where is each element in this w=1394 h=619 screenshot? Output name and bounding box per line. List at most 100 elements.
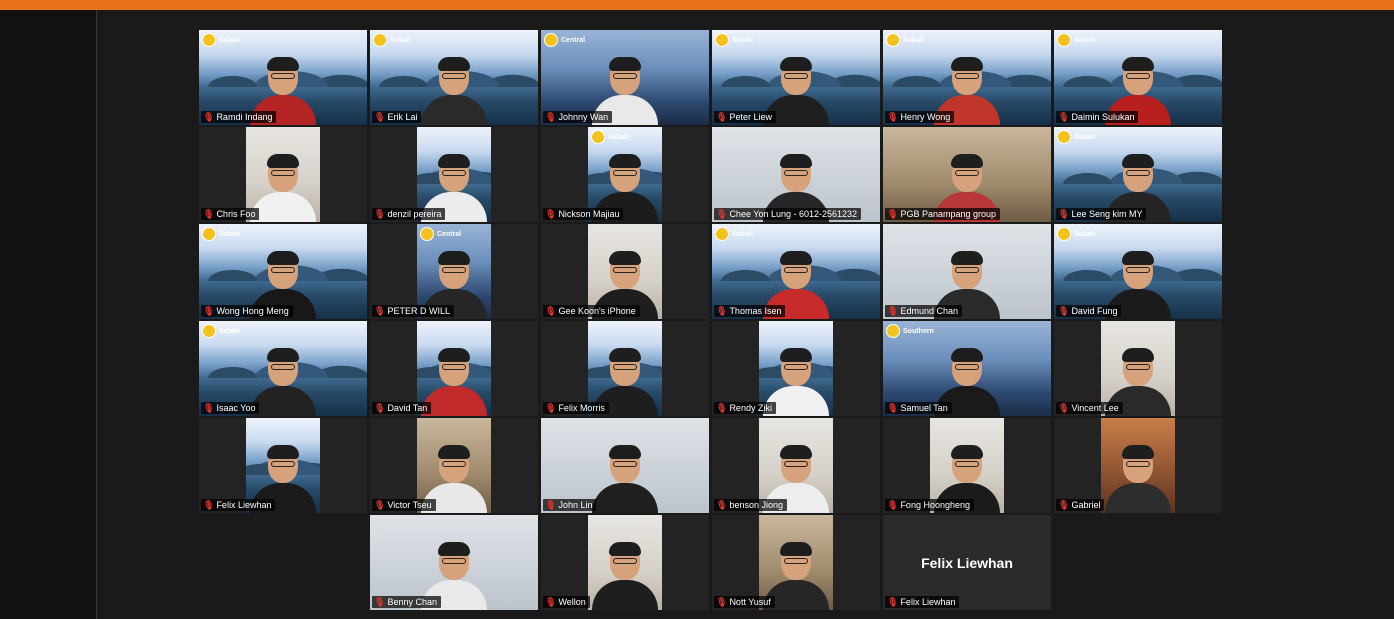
participant-name-label: 🎙 Nott Yusuf	[714, 596, 775, 608]
participant-tile[interactable]: Sabah 🎙 Lee Seng kim MY	[1054, 127, 1222, 222]
participant-name-label: 🎙 Edmund Chan	[885, 305, 962, 317]
participant-hair	[780, 57, 812, 71]
participant-tile[interactable]: Sabah 🎙 Daimin Sulukan	[1054, 30, 1222, 125]
participant-tile[interactable]: 🎙 Chee Yon Lung - 6012-2561232	[712, 127, 880, 222]
participant-tile[interactable]: 🎙 denzil pereira	[370, 127, 538, 222]
participant-tile[interactable]: 🎙 Gabriel	[1054, 418, 1222, 513]
participant-glasses	[784, 73, 808, 79]
participant-hair	[609, 57, 641, 71]
region-banner-label: Sabah	[390, 36, 412, 44]
participant-name: Nott Yusuf	[729, 597, 771, 607]
muted-mic-icon: 🎙	[716, 112, 728, 122]
participant-tile[interactable]: Sabah 🎙 Wong Hong Meng	[199, 224, 367, 319]
participant-tile[interactable]: Sabah 🎙 Nickson Majiau	[541, 127, 709, 222]
participant-name: Daimin Sulukan	[1071, 112, 1135, 122]
participant-hair	[609, 154, 641, 168]
participant-hair	[267, 154, 299, 168]
region-banner: Sabah	[591, 130, 629, 144]
participant-tile[interactable]: 🎙 Felix Morris	[541, 321, 709, 416]
participant-glasses	[784, 461, 808, 467]
participant-body	[1105, 483, 1171, 513]
participant-name-label: 🎙 Gabriel	[1056, 499, 1105, 511]
muted-mic-icon: 🎙	[374, 597, 386, 607]
participant-tile[interactable]: Sabah 🎙 David Fung	[1054, 224, 1222, 319]
participant-tile[interactable]: 🎙 Rendy Ziki	[712, 321, 880, 416]
muted-mic-icon: 🎙	[203, 209, 215, 219]
participant-name: Erik Lai	[387, 112, 418, 122]
region-banner-label: Central	[561, 36, 586, 44]
participant-name: Samuel Tan	[900, 403, 948, 413]
participant-glasses	[955, 364, 979, 370]
participant-name: Benny Chan	[387, 597, 437, 607]
participant-tile[interactable]: 🎙 Vincent Lee	[1054, 321, 1222, 416]
participant-name: Nickson Majiau	[558, 209, 620, 219]
region-banner: Sabah	[715, 33, 753, 47]
muted-mic-icon: 🎙	[545, 306, 557, 316]
region-logo-icon	[1057, 33, 1071, 47]
participant-name: Chris Foo	[216, 209, 256, 219]
participant-tile[interactable]: Sabah 🎙 Peter Liew	[712, 30, 880, 125]
muted-mic-icon: 🎙	[887, 500, 899, 510]
participant-name-label: 🎙 Daimin Sulukan	[1056, 111, 1139, 123]
participant-tile[interactable]: Sabah 🎙 Henry Wong	[883, 30, 1051, 125]
participant-tile[interactable]: 🎙 Edmund Chan	[883, 224, 1051, 319]
participant-name: Isaac Yoo	[216, 403, 256, 413]
region-banner-label: Sabah	[1074, 133, 1096, 141]
participant-name-label: 🎙 David Tan	[372, 402, 432, 414]
participant-glasses	[613, 267, 637, 273]
participant-hair	[438, 542, 470, 556]
participant-glasses	[784, 267, 808, 273]
region-logo-icon	[202, 324, 216, 338]
participant-glasses	[613, 364, 637, 370]
participant-tile[interactable]: Sabah 🎙 Ramdi Indang	[199, 30, 367, 125]
participant-name-label: 🎙 Chris Foo	[201, 208, 260, 220]
participant-name: Chee Yon Lung - 6012-2561232	[729, 209, 858, 219]
participant-tile[interactable]: 🎙 Wellon	[541, 515, 709, 610]
participant-name-label: 🎙 Lee Seng kim MY	[1056, 208, 1147, 220]
region-logo-icon	[202, 33, 216, 47]
participant-tile[interactable]: Southern 🎙 Samuel Tan	[883, 321, 1051, 416]
participant-video-frame	[1101, 418, 1175, 513]
participant-glasses	[271, 461, 295, 467]
participant-hair	[267, 251, 299, 265]
region-logo-icon	[1057, 227, 1071, 241]
participant-tile[interactable]: 🎙 PGB Panampang group	[883, 127, 1051, 222]
participant-name: Felix Liewhan	[216, 500, 272, 510]
muted-mic-icon: 🎙	[545, 500, 557, 510]
participant-hair	[267, 57, 299, 71]
participant-tile[interactable]: 🎙 Felix Liewhan	[199, 418, 367, 513]
region-banner-label: Sabah	[1074, 36, 1096, 44]
participant-tile[interactable]: Sabah 🎙 Erik Lai	[370, 30, 538, 125]
participant-glasses	[271, 73, 295, 79]
participant-body	[250, 386, 316, 416]
participant-tile[interactable]: Sabah 🎙 Thomas Isen	[712, 224, 880, 319]
participant-name-label: 🎙 Felix Liewhan	[885, 596, 960, 608]
participant-tile[interactable]: 🎙 Fong Hoongheng	[883, 418, 1051, 513]
participant-tile[interactable]: Central 🎙 PETER D WILL	[370, 224, 538, 319]
participant-tile[interactable]: 🎙 benson Jiong	[712, 418, 880, 513]
participant-tile[interactable]: 🎙 Chris Foo	[199, 127, 367, 222]
participant-tile[interactable]: 🎙 Benny Chan	[370, 515, 538, 610]
participant-glasses	[613, 461, 637, 467]
participant-tile[interactable]: 🎙 Victor Tseu	[370, 418, 538, 513]
region-banner: Sabah	[202, 324, 240, 338]
participant-glasses	[442, 558, 466, 564]
participant-tile[interactable]: Sabah 🎙 Isaac Yoo	[199, 321, 367, 416]
region-banner-label: Sabah	[219, 36, 241, 44]
participant-hair	[438, 154, 470, 168]
participant-name-label: 🎙 Wong Hong Meng	[201, 305, 293, 317]
participant-tile[interactable]: Felix Liewhan 🎙 Felix Liewhan	[883, 515, 1051, 610]
participant-tile[interactable]: Central 🎙 Johnny Wan	[541, 30, 709, 125]
participant-tile[interactable]: 🎙 John Lin	[541, 418, 709, 513]
participant-body	[421, 95, 487, 125]
window-top-bar	[0, 0, 1394, 10]
participant-name-label: 🎙 denzil pereira	[372, 208, 446, 220]
participant-tile[interactable]: 🎙 Gee Koon's iPhone	[541, 224, 709, 319]
participant-glasses	[613, 73, 637, 79]
participant-tile[interactable]: 🎙 David Tan	[370, 321, 538, 416]
participant-name-label: 🎙 Vincent Lee	[1056, 402, 1123, 414]
participant-video	[590, 443, 660, 513]
participant-name-label: 🎙 Felix Liewhan	[201, 499, 276, 511]
participant-tile[interactable]: 🎙 Nott Yusuf	[712, 515, 880, 610]
muted-mic-icon: 🎙	[887, 597, 899, 607]
